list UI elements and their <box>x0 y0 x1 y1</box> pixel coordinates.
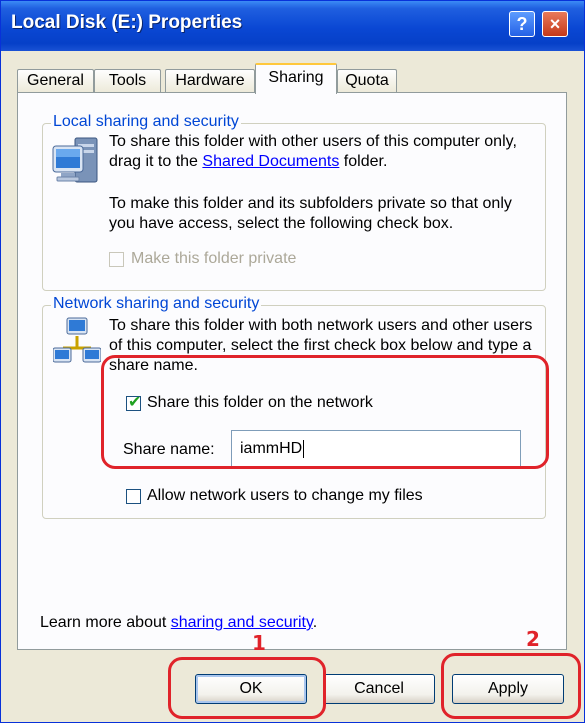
tab-hardware[interactable]: Hardware <box>165 69 255 93</box>
network-computers-icon <box>52 316 102 366</box>
make-private-checkbox[interactable] <box>109 252 124 267</box>
tab-tools[interactable]: Tools <box>94 69 161 93</box>
window-title: Local Disk (E:) Properties <box>11 12 243 33</box>
cancel-button[interactable]: Cancel <box>323 674 435 704</box>
local-text-suffix: folder. <box>339 153 388 170</box>
annotation-number-1: 1 <box>252 631 266 655</box>
local-sharing-group: Local sharing and security To share this… <box>42 113 546 291</box>
title-bar[interactable]: Local Disk (E:) Properties ? × <box>1 1 584 51</box>
local-sharing-legend: Local sharing and security <box>51 113 241 131</box>
share-settings-highlight <box>101 355 549 469</box>
make-private-label: Make this folder private <box>131 250 297 267</box>
learn-more-text: Learn more about sharing and security. <box>40 613 317 633</box>
allow-change-label: Allow network users to change my files <box>147 487 423 504</box>
network-sharing-legend: Network sharing and security <box>51 295 262 313</box>
close-icon[interactable]: × <box>542 11 568 37</box>
local-private-description: To make this folder and its subfolders p… <box>109 195 512 232</box>
learn-more-prefix: Learn more about <box>40 614 171 631</box>
help-icon[interactable]: ? <box>509 11 535 37</box>
apply-button-highlight <box>441 653 581 719</box>
properties-window: Local Disk (E:) Properties ? × General T… <box>0 0 585 723</box>
computer-icon <box>51 136 101 188</box>
sharing-security-link[interactable]: sharing and security <box>171 614 313 631</box>
learn-more-suffix: . <box>312 614 318 631</box>
tab-quota[interactable]: Quota <box>337 69 397 93</box>
ok-button-highlight <box>168 657 326 719</box>
shared-documents-link[interactable]: Shared Documents <box>202 153 339 170</box>
annotation-number-2: 2 <box>526 627 540 651</box>
local-sharing-description: To share this folder with other users of… <box>109 132 539 172</box>
tab-sharing[interactable]: Sharing <box>255 63 337 94</box>
tab-general[interactable]: General <box>17 69 94 93</box>
allow-change-checkbox[interactable] <box>126 489 141 504</box>
